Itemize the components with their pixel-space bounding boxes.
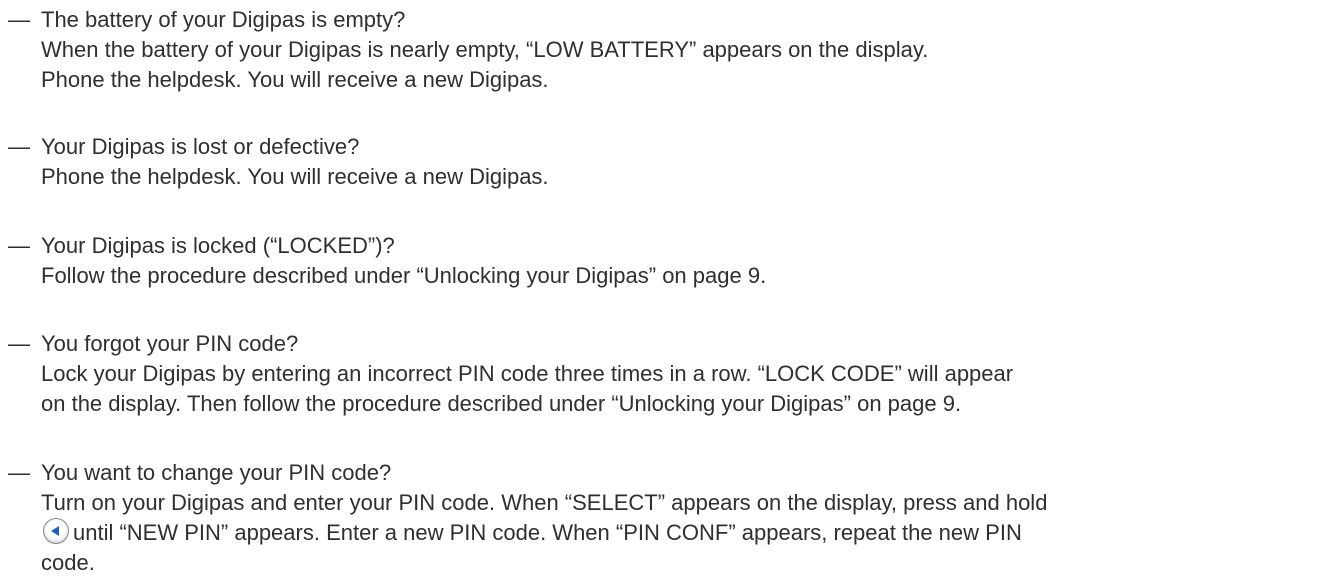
faq-item-change-pin: — You want to change your PIN code? Turn… (8, 458, 1318, 578)
faq-answer-line: Phone the helpdesk. You will receive a n… (41, 67, 549, 92)
faq-answer-line: Follow the procedure described under “Un… (41, 263, 767, 288)
faq-answer-line-with-icon: until “NEW PIN” appears. Enter a new PIN… (41, 518, 1318, 548)
left-arrow-button-icon (43, 518, 69, 544)
faq-question: You forgot your PIN code? (41, 331, 299, 356)
document-page: — The battery of your Digipas is empty? … (0, 0, 1330, 575)
faq-answer-text: until “NEW PIN” appears. Enter a new PIN… (73, 520, 1022, 545)
faq-item-forgot-pin: — You forgot your PIN code? Lock your Di… (8, 329, 1318, 419)
faq-question: Your Digipas is locked (“LOCKED”)? (41, 233, 395, 258)
faq-item-lost-defective: — Your Digipas is lost or defective? Pho… (8, 132, 1318, 192)
faq-question: The battery of your Digipas is empty? (41, 7, 406, 32)
faq-answer-line: Phone the helpdesk. You will receive a n… (41, 164, 549, 189)
dash-bullet: — (8, 233, 30, 258)
dash-bullet: — (8, 7, 30, 32)
faq-question: You want to change your PIN code? (41, 460, 392, 485)
faq-item-locked: — Your Digipas is locked (“LOCKED”)? Fol… (8, 231, 1318, 291)
dash-bullet: — (8, 331, 30, 356)
faq-question: Your Digipas is lost or defective? (41, 134, 360, 159)
faq-answer-line: Lock your Digipas by entering an incorre… (41, 361, 1014, 386)
faq-item-battery-empty: — The battery of your Digipas is empty? … (8, 5, 1318, 95)
dash-bullet: — (8, 460, 30, 485)
dash-bullet: — (8, 134, 30, 159)
faq-answer-line: on the display. Then follow the procedur… (41, 391, 962, 416)
faq-answer-line: code. (41, 550, 95, 575)
faq-answer-line: When the battery of your Digipas is near… (41, 37, 929, 62)
faq-answer-line: Turn on your Digipas and enter your PIN … (41, 490, 1048, 515)
